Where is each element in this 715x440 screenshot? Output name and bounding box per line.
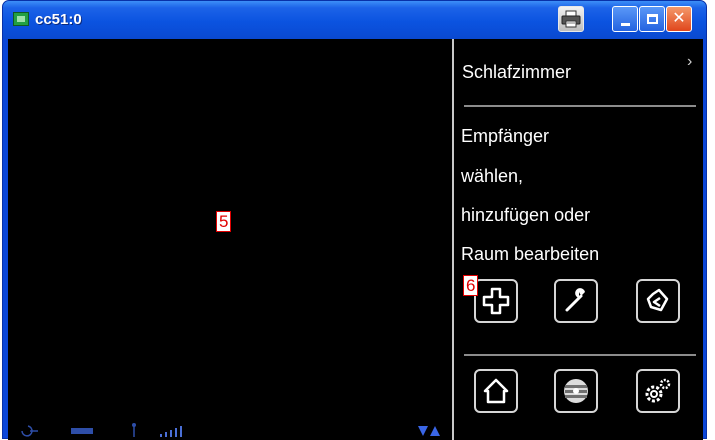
minimize-icon [620,22,630,26]
close-button[interactable]: ✕ [666,6,692,32]
close-icon: ✕ [672,10,686,27]
minimize-button[interactable] [612,6,638,32]
divider [464,354,696,356]
app-window: cc51:0 ✕ 5 Schlafzimmer › Empfänger wähl… [2,0,707,440]
maximize-icon [646,14,658,24]
back-arrow-icon [646,288,669,312]
title-bar[interactable]: cc51:0 ✕ [3,1,706,39]
add-receiver-button[interactable] [474,279,518,323]
scroll-right-icon[interactable]: › [687,53,692,71]
annotation-marker-5: 5 [216,211,232,232]
display-pane[interactable]: 5 [8,39,451,440]
divider [464,105,696,107]
antenna-icon [132,423,136,437]
client-area: 5 Schlafzimmer › Empfänger wählen, hinzu… [8,39,703,440]
prompt-line: Raum bearbeiten [461,244,600,264]
settings-gears-icon [645,378,671,403]
fan-icon [564,379,588,403]
power-icon [21,425,38,437]
back-button[interactable] [636,279,680,323]
room-title: Schlafzimmer [462,62,572,82]
home-button[interactable] [474,369,518,413]
prompt-line: wählen, [461,166,524,186]
printer-icon [561,10,581,28]
transfer-arrows-icon [418,426,440,436]
room-panel: Schlafzimmer › Empfänger wählen, hinzufü… [452,39,703,440]
edit-room-button[interactable] [554,279,598,323]
plus-icon [482,287,510,315]
prompt-line: hinzufügen oder [461,205,591,225]
home-icon [483,378,509,404]
print-button[interactable] [558,6,584,32]
window-title: cc51:0 [35,11,82,28]
annotation-marker-6: 6 [463,275,479,296]
battery-icon [71,428,93,434]
prompt-line: Empfänger [461,126,550,146]
maximize-button[interactable] [639,6,665,32]
app-icon [13,12,29,26]
fan-button[interactable] [554,369,598,413]
wrench-icon [565,288,585,312]
signal-strength-icon [160,426,182,437]
status-strip [8,422,451,440]
settings-button[interactable] [636,369,680,413]
